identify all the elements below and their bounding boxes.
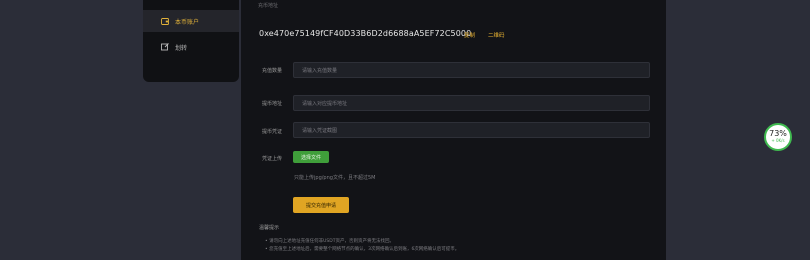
transfer-icon <box>161 43 175 51</box>
badge-percent: 73% <box>769 129 787 138</box>
withdraw-address-input[interactable]: 请输入对应提币地址 <box>293 95 650 111</box>
amount-input[interactable]: 请输入充值数量 <box>293 62 650 78</box>
network-speed-badge[interactable]: 73% + 0K/s <box>764 123 792 151</box>
amount-placeholder: 请输入充值数量 <box>302 67 338 74</box>
sidebar-item-label: 划转 <box>175 44 188 52</box>
deposit-address: 0xe470e75149fCF40D33B6D2d6688aA5EF72C500… <box>259 29 472 38</box>
sidebar-item-currency-account[interactable]: 本币账户 <box>143 10 239 32</box>
credential-label: 提币凭证 <box>262 129 283 135</box>
credential-input[interactable]: 请输入凭证截图 <box>293 122 650 138</box>
submit-button[interactable]: 提交充值申请 <box>293 197 349 213</box>
note-item: • 您充值至上述地址后，需要整个网络节点的确认，3次网络确认后到账，6次网络确认… <box>265 247 460 252</box>
copy-button[interactable]: 复制 <box>464 31 475 39</box>
section-label: 充币地址 <box>258 3 279 9</box>
sidebar-item-label: 本币账户 <box>175 18 200 26</box>
note-item: • 请勿向上述地址充值任何非USDT资产，否则资产将无法找回。 <box>265 239 394 244</box>
choose-file-button[interactable]: 选择文件 <box>293 151 329 163</box>
sidebar-item-transfer[interactable]: 划转 <box>143 36 239 58</box>
upload-label: 凭证上传 <box>262 156 283 162</box>
sidebar: 本币账户 划转 <box>143 0 239 82</box>
qr-code-button[interactable]: 二维码 <box>488 31 505 39</box>
upload-hint: 只能上传jpg/png文件，且不超过5M <box>294 175 376 181</box>
badge-speed: + 0K/s <box>771 138 785 143</box>
notes-title: 温馨提示 <box>259 225 280 231</box>
credential-placeholder: 请输入凭证截图 <box>302 127 338 134</box>
wallet-icon <box>161 17 175 25</box>
amount-label: 充值数量 <box>262 68 283 74</box>
withdraw-address-placeholder: 请输入对应提币地址 <box>302 100 348 107</box>
withdraw-address-label: 提币地址 <box>262 101 283 107</box>
